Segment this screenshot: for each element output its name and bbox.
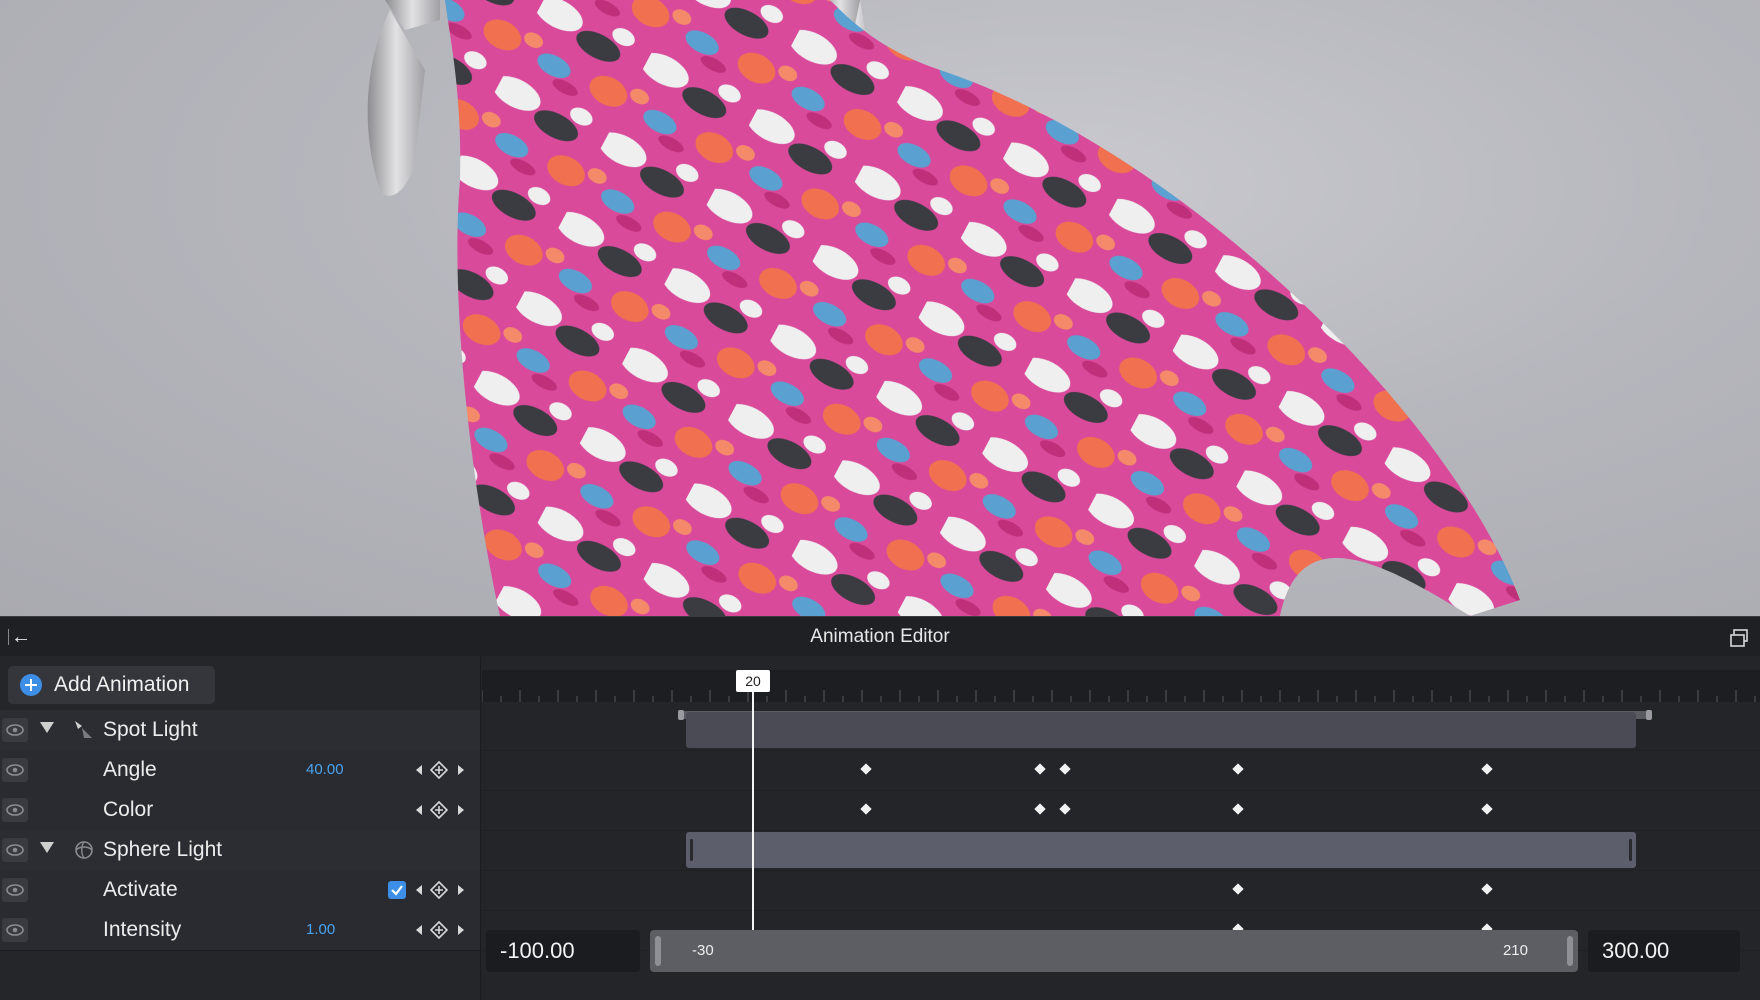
timeline-range-controls: -100.00 -30 210 300.00: [482, 926, 1760, 972]
keyframe[interactable]: [1481, 763, 1493, 775]
eye-icon[interactable]: [2, 918, 28, 942]
track-row-spot-light[interactable]: Spot Light: [0, 710, 480, 751]
spot-light-clip[interactable]: [686, 712, 1636, 748]
add-keyframe-icon[interactable]: [430, 761, 448, 779]
keyframe[interactable]: [860, 763, 872, 775]
intensity-value[interactable]: 1.00: [306, 910, 335, 950]
expand-triangle-icon[interactable]: [40, 722, 54, 733]
track-row-angle[interactable]: Angle 40.00: [0, 750, 480, 791]
track-row-activate[interactable]: Activate: [0, 870, 480, 911]
add-keyframe-icon[interactable]: [430, 921, 448, 939]
add-animation-label: Add Animation: [54, 673, 190, 696]
keyframe[interactable]: [1481, 803, 1493, 815]
timeline-track-angle: [482, 750, 1760, 791]
prev-keyframe-icon[interactable]: [416, 805, 422, 815]
keyframe[interactable]: [860, 803, 872, 815]
track-row-sphere-light[interactable]: Sphere Light: [0, 830, 480, 871]
sphere-light-icon: [75, 841, 93, 859]
next-keyframe-icon[interactable]: [458, 805, 464, 815]
sphere-light-clip[interactable]: [686, 832, 1636, 868]
3d-viewport[interactable]: [0, 0, 1760, 616]
next-keyframe-icon[interactable]: [458, 765, 464, 775]
editor-title: Animation Editor: [810, 626, 950, 647]
frame-ruler[interactable]: [482, 670, 1760, 702]
track-name: Intensity: [103, 918, 182, 941]
track-name: Activate: [103, 878, 178, 901]
clip-start-handle[interactable]: [690, 839, 693, 861]
keyframe-controls: [412, 800, 468, 820]
playhead-frame-label[interactable]: 20: [736, 670, 770, 692]
keyframe[interactable]: [1034, 763, 1046, 775]
range-start-field[interactable]: -100.00: [486, 930, 640, 972]
dress-render: [367, 0, 1520, 616]
keyframe[interactable]: [1232, 763, 1244, 775]
angle-value[interactable]: 40.00: [306, 750, 344, 790]
next-keyframe-icon[interactable]: [458, 885, 464, 895]
add-animation-button[interactable]: Add Animation: [8, 666, 215, 704]
prev-keyframe-icon[interactable]: [416, 765, 422, 775]
ruler-ticks: [482, 690, 1756, 702]
timeline-scrollbar[interactable]: -30 210: [650, 930, 1578, 972]
keyframe-controls: [412, 880, 468, 900]
animation-editor-panel: ← Animation Editor Add Animation Spot Li…: [0, 616, 1760, 1000]
plus-circle-icon: [20, 674, 42, 696]
prev-keyframe-icon[interactable]: [416, 885, 422, 895]
timeline-track-color: [482, 790, 1760, 831]
eye-icon[interactable]: [2, 838, 28, 862]
track-name: Spot Light: [103, 718, 198, 741]
spot-light-icon: [75, 721, 92, 738]
keyframe[interactable]: [1059, 763, 1071, 775]
playhead-line[interactable]: [752, 692, 754, 964]
add-keyframe-icon[interactable]: [430, 801, 448, 819]
clip-end-handle[interactable]: [1629, 839, 1632, 861]
eye-icon[interactable]: [2, 798, 28, 822]
prev-keyframe-icon[interactable]: [416, 925, 422, 935]
scrollbar-right-grip[interactable]: [1567, 936, 1573, 966]
keyframe[interactable]: [1034, 803, 1046, 815]
track-row-intensity[interactable]: Intensity 1.00: [0, 910, 480, 951]
timeline-track-sphere-light: [482, 830, 1760, 871]
track-name: Sphere Light: [103, 838, 223, 861]
track-list: Add Animation Spot Light Angle 40.00 Col…: [0, 656, 481, 1000]
next-keyframe-icon[interactable]: [458, 925, 464, 935]
range-end-field[interactable]: 300.00: [1588, 930, 1740, 972]
activate-checkbox[interactable]: [388, 881, 406, 899]
add-keyframe-icon[interactable]: [430, 881, 448, 899]
scroll-end-label: 210: [1502, 942, 1528, 959]
keyframe-controls: [412, 920, 468, 940]
keyframe[interactable]: [1481, 883, 1493, 895]
eye-icon[interactable]: [2, 718, 28, 742]
keyframe[interactable]: [1232, 803, 1244, 815]
restore-window-icon[interactable]: [1728, 627, 1750, 649]
scrollbar-left-grip[interactable]: [655, 936, 661, 966]
keyframe[interactable]: [1232, 883, 1244, 895]
track-row-color[interactable]: Color: [0, 790, 480, 831]
expand-triangle-icon[interactable]: [40, 842, 54, 853]
eye-icon[interactable]: [2, 878, 28, 902]
keyframe-controls: [412, 760, 468, 780]
timeline-track-spot-light: [482, 710, 1760, 751]
track-name: Color: [103, 798, 154, 821]
timeline-track-activate: [482, 870, 1760, 911]
eye-icon[interactable]: [2, 758, 28, 782]
editor-titlebar: ← Animation Editor: [0, 616, 1760, 657]
track-name: Angle: [103, 758, 157, 781]
scroll-start-label: -30: [692, 942, 714, 959]
keyframe[interactable]: [1059, 803, 1071, 815]
